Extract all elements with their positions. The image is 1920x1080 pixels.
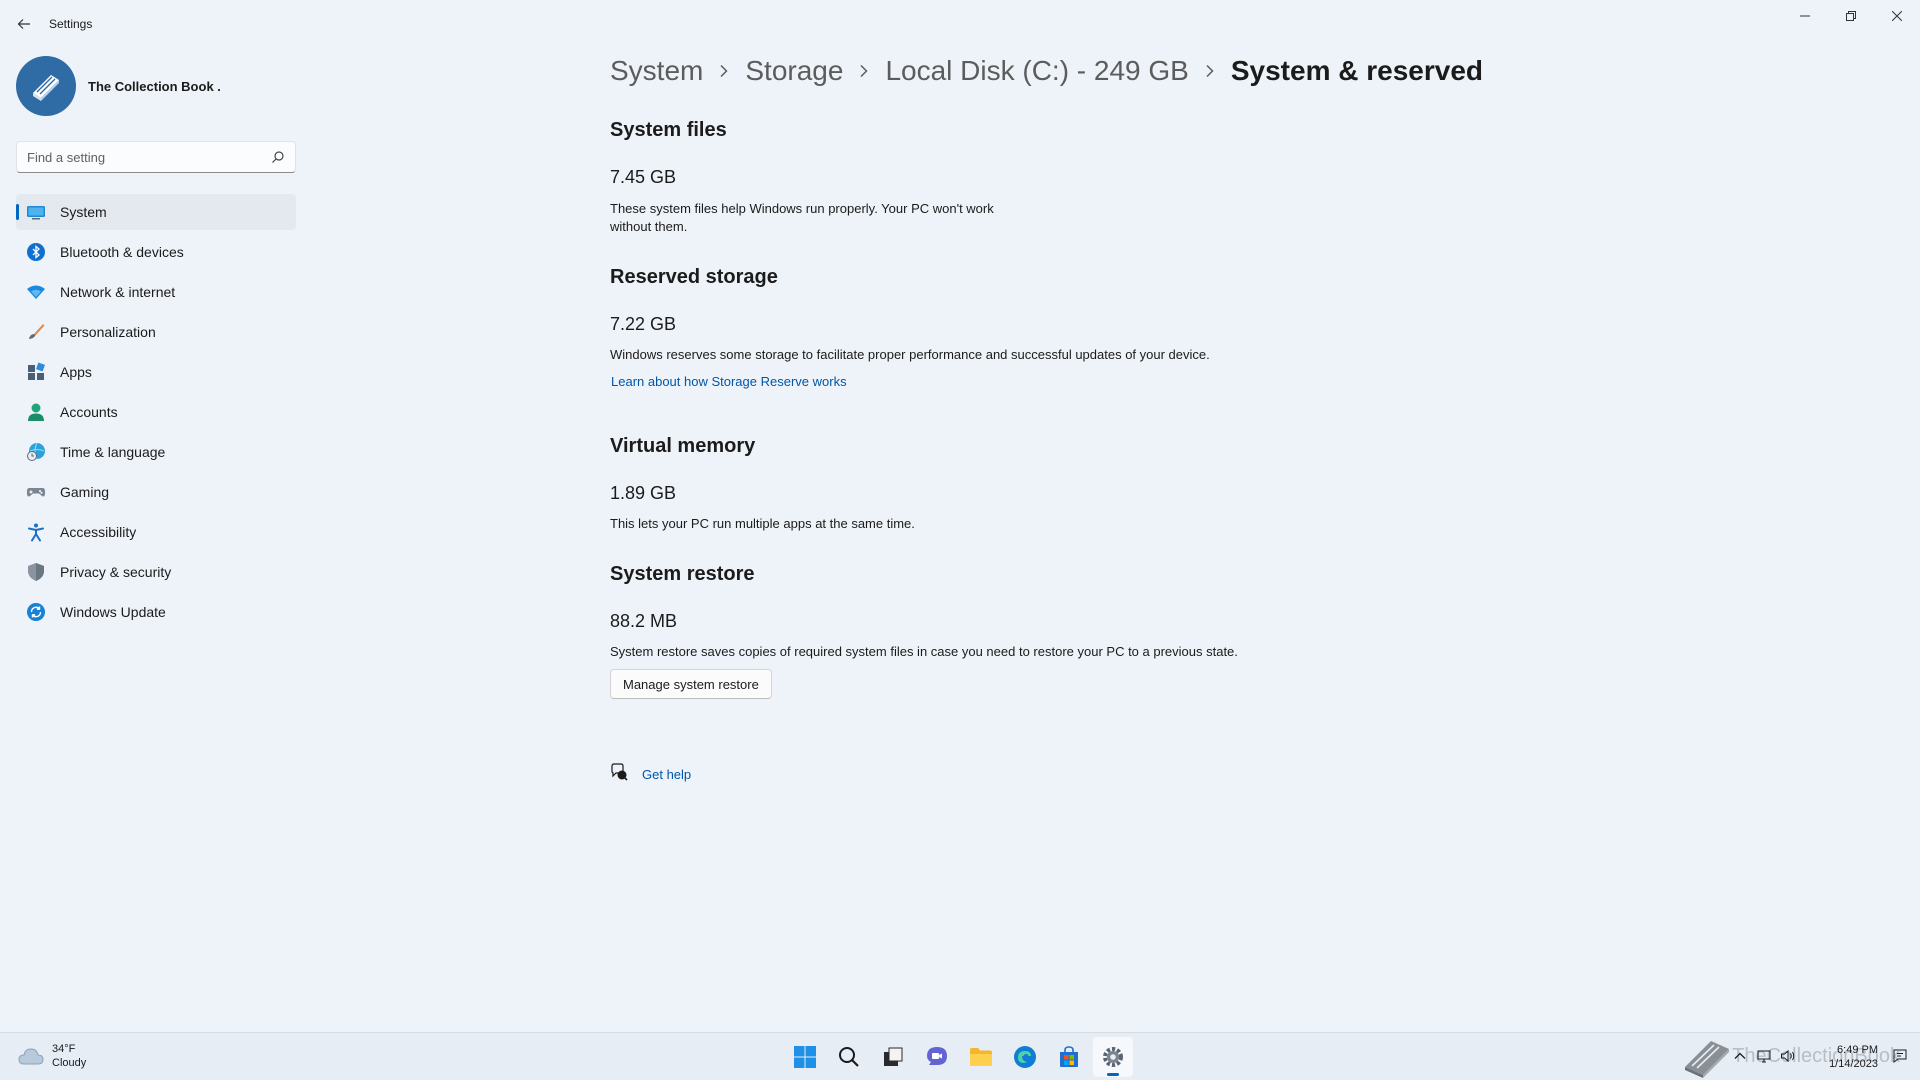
store-button[interactable]: [1049, 1037, 1089, 1077]
chevron-right-icon: [859, 64, 869, 78]
weather-widget[interactable]: 34°F Cloudy: [18, 1042, 86, 1070]
folder-icon: [970, 1048, 992, 1066]
arrow-left-icon: [17, 19, 30, 29]
virtual-memory-title: Virtual memory: [610, 435, 756, 457]
sidebar-item-bluetooth[interactable]: Bluetooth & devices: [16, 234, 296, 270]
breadcrumb-system[interactable]: System: [610, 55, 703, 87]
close-icon: [1892, 11, 1902, 21]
search-icon[interactable]: [271, 150, 285, 164]
windows-icon: [794, 1046, 816, 1068]
system-restore-description: System restore saves copies of required …: [610, 644, 1238, 659]
person-icon: [26, 402, 46, 422]
app-title: Settings: [49, 17, 93, 31]
chat-button[interactable]: [917, 1037, 957, 1077]
start-button[interactable]: [785, 1037, 825, 1077]
system-restore-title: System restore: [610, 563, 755, 585]
restore-button[interactable]: [1828, 0, 1874, 32]
reserved-storage-title: Reserved storage: [610, 266, 778, 288]
system-restore-size: 88.2 MB: [610, 611, 678, 631]
minimize-icon: [1800, 15, 1810, 17]
back-button[interactable]: [12, 12, 36, 36]
system-files-size: 7.45 GB: [610, 167, 677, 187]
get-help[interactable]: Get help: [610, 763, 691, 786]
sidebar-item-system[interactable]: System: [16, 194, 296, 230]
shield-icon: [26, 562, 46, 582]
edge-button[interactable]: [1005, 1037, 1045, 1077]
profile-name: The Collection Book .: [88, 78, 221, 94]
system-files-title: System files: [610, 119, 727, 141]
network-icon[interactable]: [1756, 1048, 1772, 1064]
clock-time: 6:49 PM: [1837, 1044, 1878, 1056]
chevron-right-icon: [1205, 64, 1215, 78]
profile[interactable]: The Collection Book .: [16, 56, 221, 116]
search-input[interactable]: [17, 142, 257, 172]
restore-icon: [1846, 11, 1856, 21]
settings-button[interactable]: [1093, 1037, 1133, 1077]
page-title: System & reserved: [1230, 55, 1484, 86]
task-view-icon: [884, 1047, 903, 1066]
breadcrumb-storage[interactable]: Storage: [745, 55, 843, 87]
get-help-link[interactable]: Get help: [642, 767, 691, 782]
volume-icon[interactable]: [1780, 1048, 1796, 1064]
avatar: [16, 56, 76, 116]
sidebar-item-gaming[interactable]: Gaming: [16, 474, 296, 510]
title-bar: Settings: [0, 0, 1920, 48]
sidebar-item-personalization[interactable]: Personalization: [16, 314, 296, 350]
taskbar: 34°F Cloudy TheCollectionBook 6:49 PM 1/…: [0, 1032, 1920, 1080]
sidebar-item-accessibility[interactable]: Accessibility: [16, 514, 296, 550]
search-box[interactable]: [16, 141, 296, 173]
close-button[interactable]: [1874, 0, 1920, 32]
window-controls: [1782, 0, 1920, 32]
reserved-storage-size: 7.22 GB: [610, 314, 677, 334]
breadcrumb-local-disk[interactable]: Local Disk (C:) - 249 GB: [885, 55, 1188, 87]
notification-icon[interactable]: [1892, 1048, 1908, 1064]
chevron-right-icon: [719, 64, 729, 78]
monitor-icon: [26, 202, 46, 222]
cloud-icon: [18, 1048, 44, 1065]
sidebar-item-privacy[interactable]: Privacy & security: [16, 554, 296, 590]
sidebar-nav: System Bluetooth & devices Network & int…: [16, 194, 296, 634]
system-files-description: These system files help Windows run prop…: [610, 201, 994, 234]
edge-icon: [1014, 1046, 1036, 1068]
bluetooth-icon: [26, 242, 46, 262]
search-icon: [839, 1047, 859, 1067]
sidebar-item-apps[interactable]: Apps: [16, 354, 296, 390]
breadcrumb: System Storage Local Disk (C:) - 249 GB …: [610, 55, 1483, 87]
sidebar-item-network[interactable]: Network & internet: [16, 274, 296, 310]
weather-temperature: 34°F: [52, 1043, 76, 1055]
sidebar-item-time-language[interactable]: Time & language: [16, 434, 296, 470]
store-icon: [1060, 1046, 1078, 1067]
task-view-button[interactable]: [873, 1037, 913, 1077]
chat-icon: [927, 1047, 947, 1065]
clock[interactable]: 6:49 PM 1/14/2023: [1829, 1043, 1878, 1071]
wifi-icon: [26, 282, 46, 302]
sidebar-item-windows-update[interactable]: Windows Update: [16, 594, 296, 630]
taskbar-apps: [785, 1037, 1137, 1077]
book-icon: [33, 75, 59, 101]
chevron-up-icon[interactable]: [1732, 1048, 1748, 1064]
taskbar-search-button[interactable]: [829, 1037, 869, 1077]
update-icon: [26, 602, 46, 622]
watermark-book-icon: [1679, 1035, 1735, 1080]
accessibility-icon: [26, 522, 46, 542]
gear-icon: [1103, 1047, 1123, 1067]
virtual-memory-description: This lets your PC run multiple apps at t…: [610, 516, 915, 531]
brush-icon: [26, 322, 46, 342]
virtual-memory-size: 1.89 GB: [610, 483, 677, 503]
globe-clock-icon: [26, 442, 46, 462]
sidebar-item-accounts[interactable]: Accounts: [16, 394, 296, 430]
clock-date: 1/14/2023: [1829, 1058, 1878, 1070]
file-explorer-button[interactable]: [961, 1037, 1001, 1077]
reserved-storage-description: Windows reserves some storage to facilit…: [610, 347, 1210, 362]
help-icon: [610, 763, 628, 786]
apps-icon: [26, 362, 46, 382]
weather-condition: Cloudy: [52, 1057, 87, 1069]
storage-reserve-link[interactable]: Learn about how Storage Reserve works: [611, 374, 847, 389]
manage-system-restore-button[interactable]: Manage system restore: [610, 669, 772, 699]
minimize-button[interactable]: [1782, 0, 1828, 32]
gamepad-icon: [26, 482, 46, 502]
